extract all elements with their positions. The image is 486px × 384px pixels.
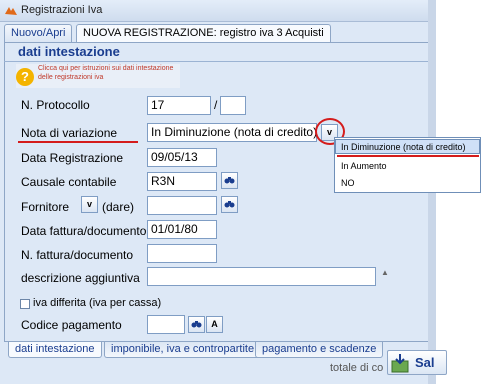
data-registrazione-input[interactable]: 09/05/13 xyxy=(147,148,217,167)
protocollo-input[interactable]: 17 xyxy=(147,96,211,115)
fornitore-type-dropdown[interactable]: v xyxy=(81,196,98,213)
dropdown-option-diminuzione[interactable]: In Diminuzione (nota di credito) xyxy=(341,142,466,152)
numero-fattura-input[interactable] xyxy=(147,244,217,263)
data-registrazione-label: Data Registrazione xyxy=(21,151,124,165)
expand-arrow-icon[interactable]: ▲ xyxy=(381,268,389,277)
section-divider xyxy=(4,61,432,62)
tab-pagamento-scadenze[interactable]: pagamento e scadenze xyxy=(255,342,384,358)
data-fattura-input[interactable]: 01/01/80 xyxy=(147,220,217,239)
dropdown-option-no[interactable]: NO xyxy=(341,178,355,188)
chevron-down-icon: v xyxy=(86,199,92,209)
descrizione-label: descrizione aggiuntiva xyxy=(21,271,140,285)
causale-contabile-input[interactable]: R3N xyxy=(147,172,217,191)
fornitore-dare-label: (dare) xyxy=(102,200,135,214)
nota-variazione-select[interactable]: In Diminuzione (nota di credito) xyxy=(147,123,317,142)
help-box[interactable]: ? Clicca qui per istruzioni sui dati int… xyxy=(16,64,180,88)
data-fattura-label: Data fattura/documento xyxy=(21,224,147,238)
nota-variazione-label: Nota di variazione xyxy=(21,126,118,140)
window-title: Registrazioni Iva xyxy=(21,4,103,16)
fornitore-input[interactable] xyxy=(147,196,217,215)
title-bar: Registrazioni Iva xyxy=(0,0,436,22)
tab-dati-intestazione[interactable]: dati intestazione xyxy=(8,342,102,358)
protocollo-separator: / xyxy=(214,98,218,112)
help-link[interactable]: Clicca qui per istruzioni sui dati intes… xyxy=(38,64,188,82)
binoculars-icon xyxy=(224,201,235,208)
help-icon[interactable]: ? xyxy=(16,68,34,86)
save-button-label: Sal xyxy=(415,355,435,370)
protocollo-label: N. Protocollo xyxy=(21,98,90,112)
save-icon xyxy=(391,354,409,373)
codice-pagamento-a-button[interactable]: A xyxy=(206,316,223,333)
iva-differita-checkbox[interactable] xyxy=(20,299,30,309)
nota-underline-highlight xyxy=(18,141,138,143)
protocollo-suffix-input[interactable] xyxy=(220,96,246,115)
tab-imponibile-iva[interactable]: imponibile, iva e contropartite xyxy=(104,342,262,358)
codice-pagamento-search-button[interactable] xyxy=(188,316,205,333)
causale-search-button[interactable] xyxy=(221,172,238,189)
tab-nuova-registrazione[interactable]: NUOVA REGISTRAZIONE: registro iva 3 Acqu… xyxy=(76,24,331,42)
totale-label: totale di co xyxy=(330,362,384,374)
iva-differita-label: iva differita (iva per cassa) xyxy=(33,297,162,309)
section-title: dati intestazione xyxy=(18,44,120,59)
numero-fattura-label: N. fattura/documento xyxy=(21,248,134,262)
dropdown-option-aumento[interactable]: In Aumento xyxy=(341,161,387,171)
top-tabs: Nuovo/Apri NUOVA REGISTRAZIONE: registro… xyxy=(0,24,436,42)
fornitore-search-button[interactable] xyxy=(221,196,238,213)
option-underline-highlight xyxy=(337,155,479,157)
codice-pagamento-label: Codice pagamento xyxy=(21,318,122,332)
descrizione-input[interactable] xyxy=(147,267,376,286)
codice-pagamento-input[interactable] xyxy=(147,315,185,334)
nota-dropdown-list: In Diminuzione (nota di credito) In Aume… xyxy=(334,137,481,193)
app-icon xyxy=(5,7,17,15)
save-button[interactable]: Sal xyxy=(387,350,447,375)
binoculars-icon xyxy=(224,177,235,184)
binoculars-icon xyxy=(191,321,202,328)
causale-contabile-label: Causale contabile xyxy=(21,175,117,189)
fornitore-label: Fornitore xyxy=(21,200,70,214)
tab-nuovo-apri[interactable]: Nuovo/Apri xyxy=(4,24,73,42)
